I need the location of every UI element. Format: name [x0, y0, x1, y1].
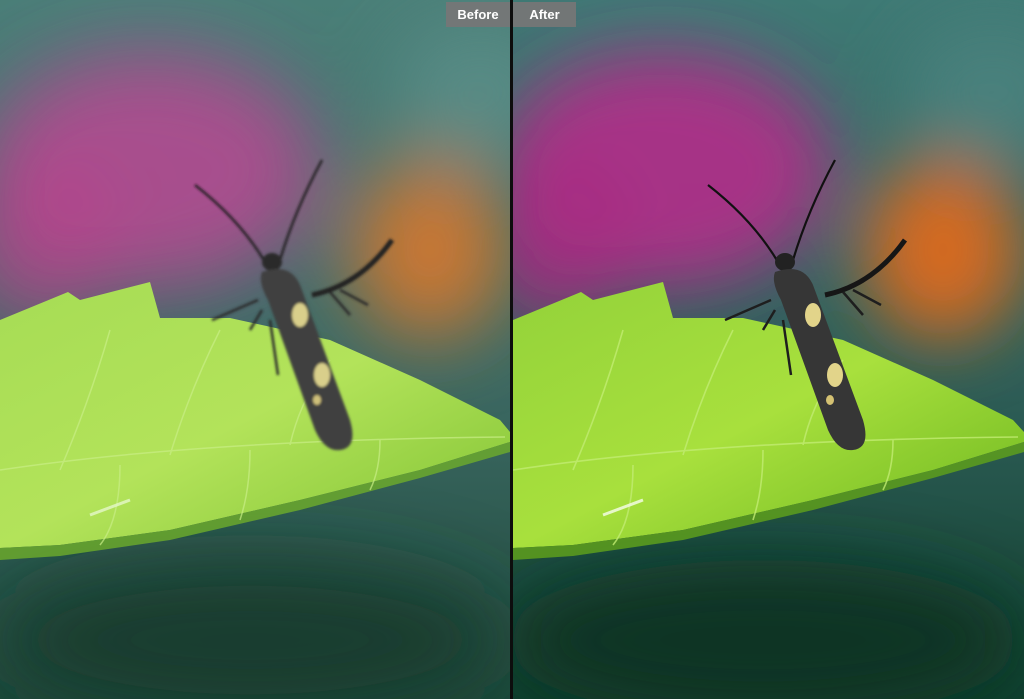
before-image-pane	[0, 0, 510, 699]
after-image-pane	[513, 0, 1024, 699]
before-label: Before	[446, 2, 510, 27]
before-after-comparison-view: Before After	[0, 0, 1024, 699]
before-photo	[0, 0, 510, 699]
after-label: After	[513, 2, 576, 27]
after-photo	[513, 0, 1024, 699]
